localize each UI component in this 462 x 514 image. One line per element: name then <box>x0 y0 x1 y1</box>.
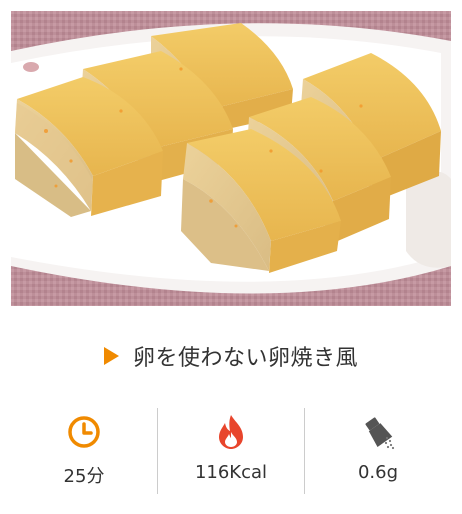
stat-calories: 116Kcal <box>157 408 304 494</box>
play-icon <box>103 347 119 365</box>
recipe-stats: 25分 116Kcal 0.6g <box>11 408 451 494</box>
time-value: 25分 <box>63 466 105 487</box>
stat-time: 25分 <box>11 408 157 494</box>
salt-shaker-icon <box>358 412 398 452</box>
calories-value: 116Kcal <box>194 462 268 483</box>
clock-icon <box>64 412 104 452</box>
recipe-photo[interactable] <box>11 11 451 306</box>
stat-salt: 0.6g <box>304 408 451 494</box>
salt-value: 0.6g <box>357 462 399 483</box>
flame-icon <box>211 412 251 452</box>
recipe-photo-illustration <box>11 11 451 306</box>
recipe-title-row[interactable]: 卵を使わない卵焼き風 <box>0 336 462 376</box>
recipe-title[interactable]: 卵を使わない卵焼き風 <box>133 340 358 372</box>
